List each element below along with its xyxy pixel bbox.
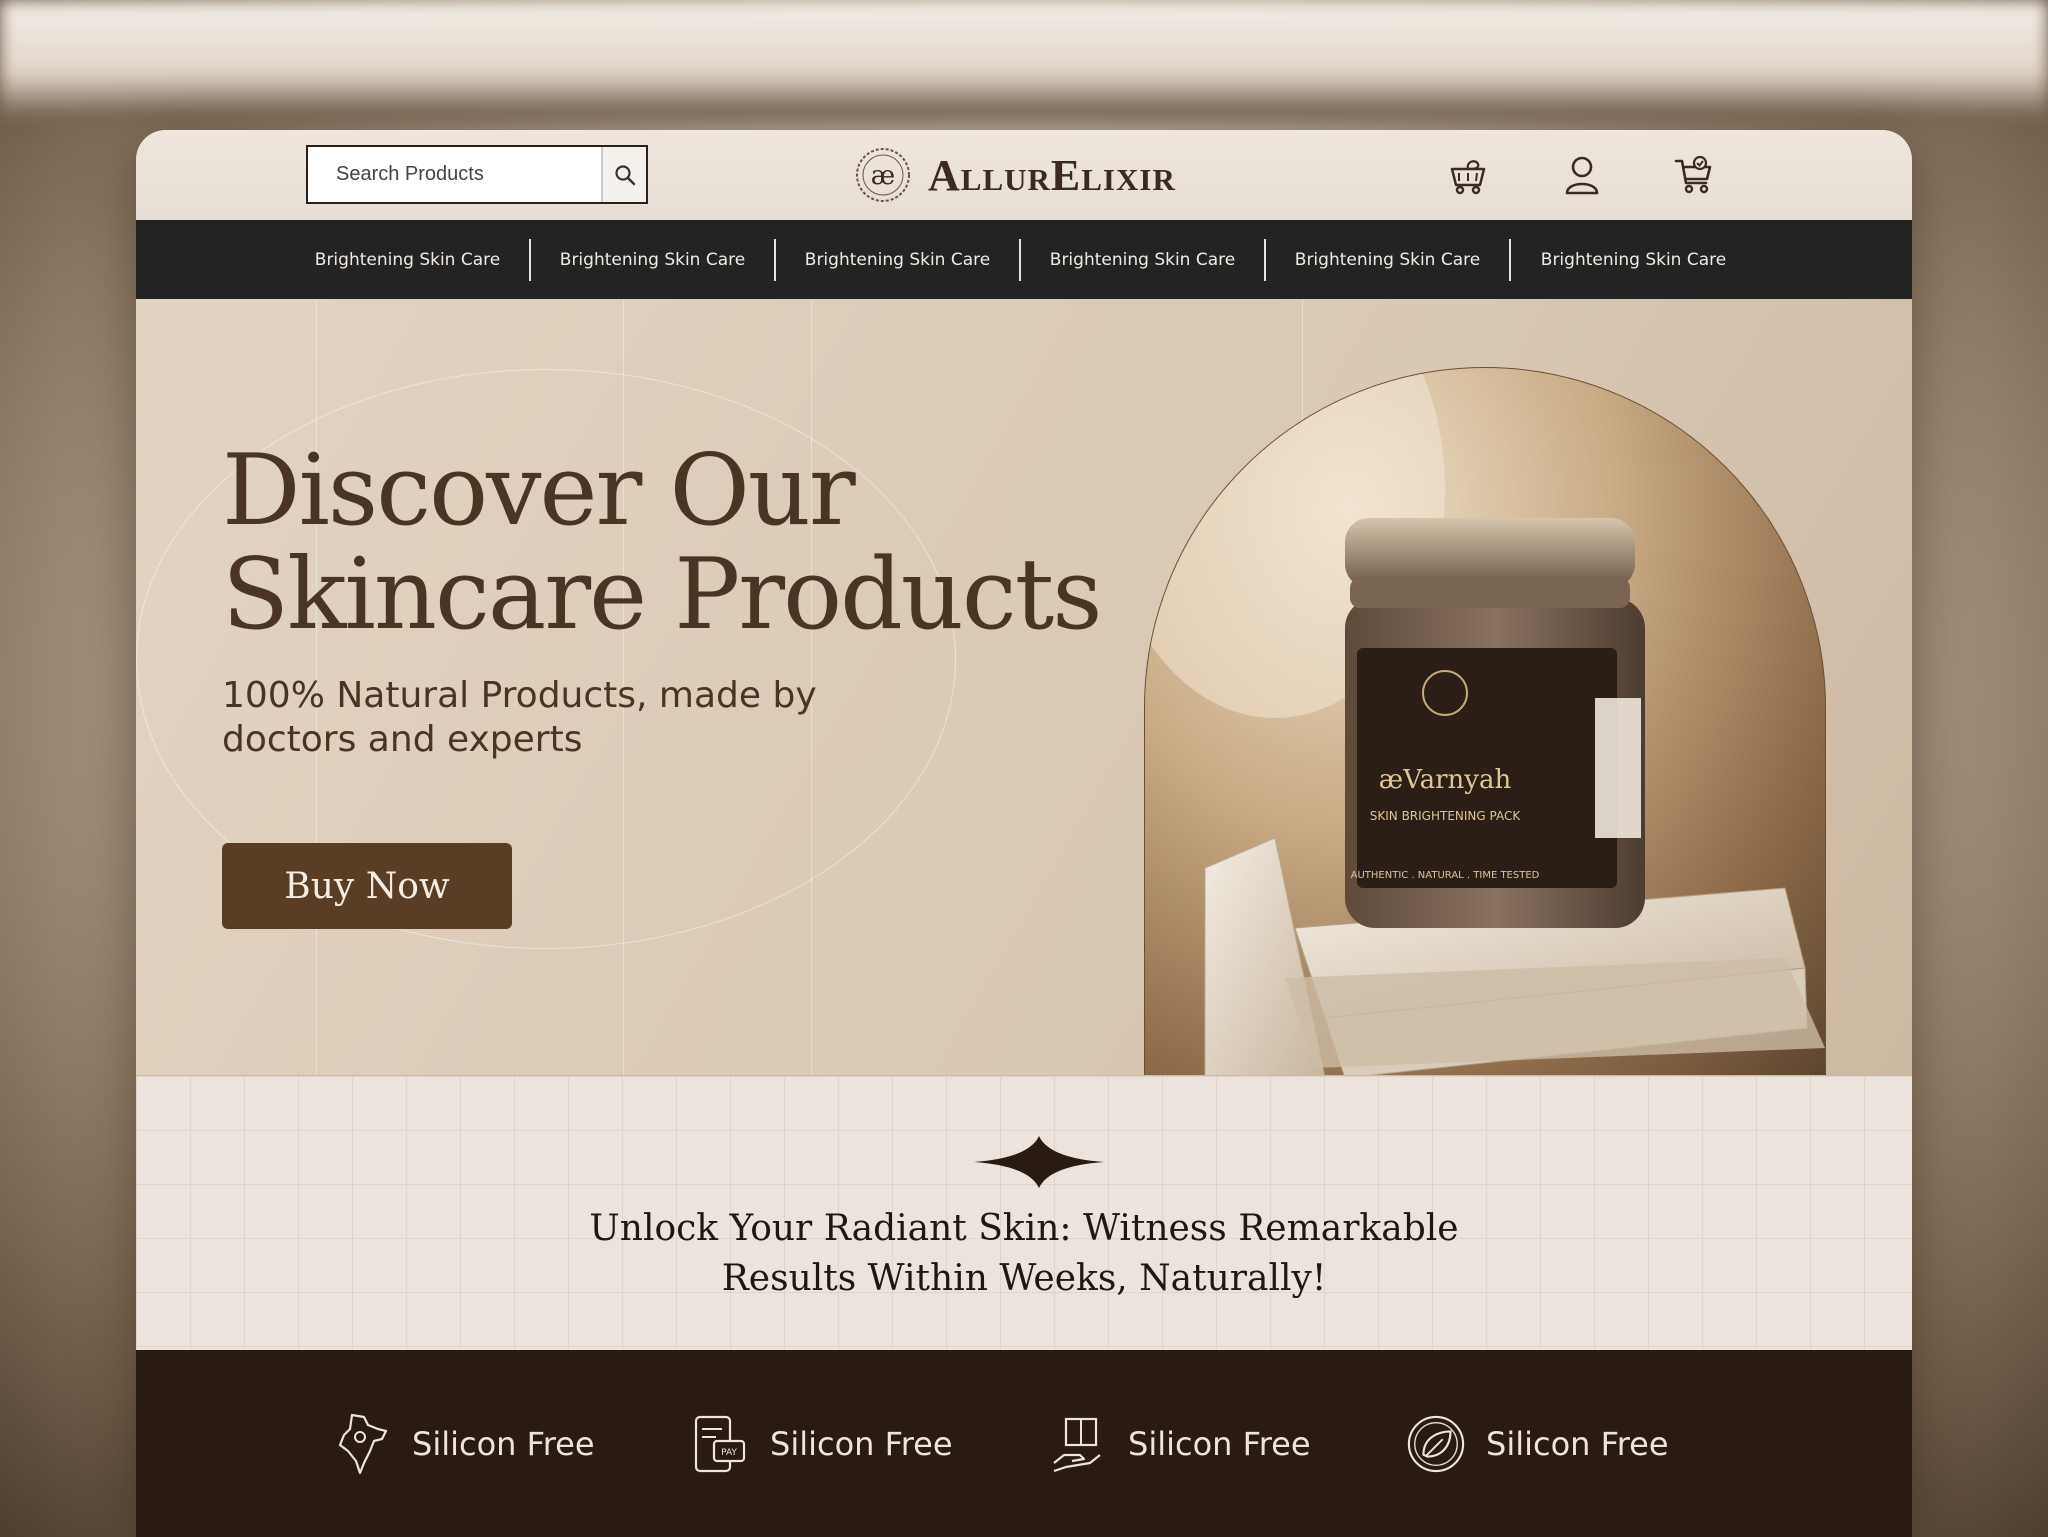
shopping-cart-icon [1674, 155, 1712, 194]
leaf-circle-icon [1406, 1411, 1466, 1477]
user-icon [1565, 156, 1599, 195]
nav-item[interactable]: Brightening Skin Care [1266, 238, 1511, 281]
nav-item[interactable]: Brightening Skin Care [1021, 238, 1266, 281]
feature-item: PAY Silicon Free [690, 1411, 1048, 1477]
gift-cart-icon [1450, 160, 1486, 195]
promo-tagline-line1: Unlock Your Radiant Skin: Witness Remark… [589, 1208, 1459, 1249]
browser-window: æ AllurElixir [136, 130, 1912, 1537]
logo-emblem: æ [856, 148, 910, 202]
feature-item: Silicon Free [332, 1411, 690, 1477]
logo-mark-text: æ [871, 161, 895, 191]
nav-item[interactable]: Brightening Skin Care [531, 238, 776, 281]
search-bar [306, 145, 648, 204]
nav-item[interactable]: Brightening Skin Care [1511, 239, 1756, 281]
background-blur [0, 0, 2048, 120]
product-jar-illustration: æVarnyah SKIN BRIGHTENING PACK AUTHENTIC… [1145, 368, 1825, 1075]
feature-label: Silicon Free [1128, 1424, 1311, 1463]
svg-text:PAY: PAY [721, 1448, 737, 1458]
brand-name: AllurElixir [928, 150, 1176, 200]
account-button[interactable] [1552, 152, 1612, 198]
feature-label: Silicon Free [770, 1424, 953, 1463]
hero-subtitle: 100% Natural Products, made by doctors a… [222, 675, 817, 760]
hero-section: Discover Our Skincare Products 100% Natu… [136, 299, 1912, 1075]
hand-box-icon [1048, 1411, 1108, 1477]
features-bar: Silicon Free PAY Silicon Free Silicon Fr… [136, 1350, 1912, 1537]
sparkle-icon [974, 1136, 1104, 1188]
buy-now-button[interactable]: Buy Now [222, 843, 512, 929]
promo-strip: Unlock Your Radiant Skin: Witness Remark… [136, 1075, 1912, 1350]
cart-button[interactable] [1664, 152, 1724, 198]
hero-title-line2: Skincare Products [222, 538, 1102, 652]
nav-item[interactable]: Brightening Skin Care [776, 238, 1021, 281]
product-image: æVarnyah SKIN BRIGHTENING PACK AUTHENTIC… [1144, 367, 1826, 1075]
hero-title: Discover Our Skincare Products [222, 439, 1122, 647]
india-map-icon [332, 1411, 392, 1477]
feature-label: Silicon Free [1486, 1424, 1669, 1463]
promo-tagline-line2: Results Within Weeks, Naturally! [721, 1258, 1327, 1299]
search-input[interactable] [308, 147, 601, 202]
pay-card-icon: PAY [690, 1411, 750, 1477]
jar-brand: æVarnyah [1379, 765, 1512, 795]
site-header: æ AllurElixir [136, 130, 1912, 220]
hero-title-line1: Discover Our [222, 434, 856, 548]
feature-item: Silicon Free [1406, 1411, 1764, 1477]
feature-item: Silicon Free [1048, 1411, 1406, 1477]
feature-label: Silicon Free [412, 1424, 595, 1463]
header-actions [1440, 152, 1724, 198]
search-icon [614, 164, 635, 185]
nav-item[interactable]: Brightening Skin Care [286, 238, 531, 281]
brand-logo[interactable]: æ AllurElixir [854, 144, 1176, 206]
search-button[interactable] [601, 147, 646, 202]
category-nav: Brightening Skin Care Brightening Skin C… [136, 220, 1912, 299]
promo-tagline: Unlock Your Radiant Skin: Witness Remark… [524, 1204, 1524, 1304]
jar-tagline: AUTHENTIC . NATURAL . TIME TESTED [1351, 870, 1540, 881]
rewards-button[interactable] [1440, 152, 1500, 198]
jar-product-name: SKIN BRIGHTENING PACK [1370, 809, 1522, 823]
